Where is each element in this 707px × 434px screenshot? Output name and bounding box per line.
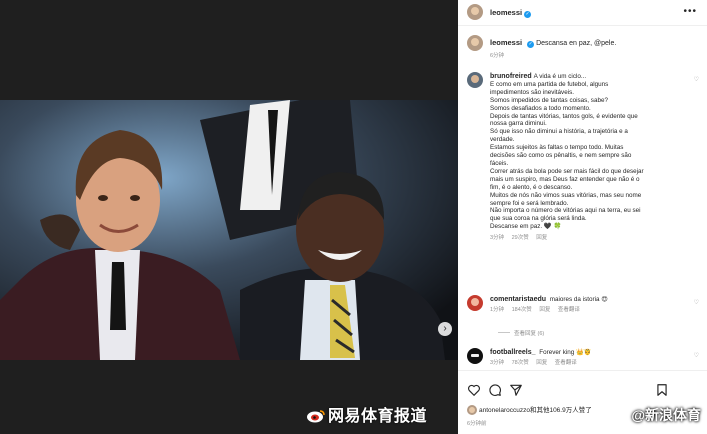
comment-line: A vida é um ciclo... (533, 73, 587, 80)
comment-line: nossa garra diminui. (490, 120, 547, 128)
reply-button[interactable]: 回复 (536, 360, 547, 366)
comment-line: impedimentos são inevitáveis. (490, 88, 574, 96)
comment-line: verdade. (490, 136, 515, 144)
comment-body: footballreels_ Forever king 👑🤴 3分钟 78次赞 … (490, 349, 690, 368)
share-icon[interactable] (509, 383, 523, 397)
comment-line: mais um suspiro, mas Deus faz entender q… (490, 175, 640, 183)
heart-icon[interactable]: ♡ (694, 299, 699, 306)
bookmark-icon[interactable] (655, 383, 669, 397)
photo-illustration (0, 100, 458, 360)
photo-area: › 网易体育报道 (0, 0, 458, 434)
heart-icon[interactable] (467, 383, 481, 397)
comment-line: Só que isso não diminui a história, a tr… (490, 128, 628, 136)
comment-line: Muitos de nós não vimos suas vitórias, m… (490, 191, 642, 199)
comment-likes[interactable]: 29次赞 (512, 235, 529, 241)
comment-line: Não importa o número de vitórias aqui na… (490, 207, 641, 215)
post-username[interactable]: leomessi ✓ (490, 8, 532, 18)
comment-time: 3分钟 (490, 359, 505, 366)
comment-line: fáceis. (490, 159, 509, 167)
comment-line: fim, é o alento, é o descanso. (490, 183, 573, 191)
avatar[interactable] (467, 348, 483, 364)
avatar[interactable] (467, 72, 483, 88)
comment-text: Forever king 👑🤴 (539, 349, 592, 356)
watermark-right: @新浪体育 (631, 407, 701, 423)
comment-line: decisões são como os pênaltis, e nem sem… (490, 152, 632, 160)
comment-body: brunofreired A vida é um ciclo... E como … (490, 73, 690, 243)
comment-icon[interactable] (488, 383, 502, 397)
comment-line: Somos impedidos de tantas coisas, sabe? (490, 96, 608, 104)
reply-button[interactable]: 回复 (536, 235, 547, 241)
comment-username[interactable]: brunofreired (490, 73, 532, 80)
watermark-left: 网易体育报道 (306, 402, 427, 426)
caption-body: Descansa en paz, @pele. (536, 40, 617, 47)
view-replies-button[interactable]: 查看回复 (6) (498, 329, 544, 337)
avatar[interactable] (467, 295, 483, 311)
avatar[interactable] (467, 4, 483, 20)
weibo-logo-icon (307, 410, 325, 423)
verified-icon: ✓ (527, 41, 535, 48)
comment-time: 1分钟 (490, 306, 505, 313)
verified-icon: ✓ (524, 11, 532, 18)
post-photo[interactable]: › (0, 100, 458, 360)
likes-text: antonelaroccuzzo和其他106.9万人赞了 (479, 407, 592, 414)
reply-button[interactable]: 回复 (539, 307, 550, 313)
post-header: leomessi ✓ ••• (458, 0, 707, 26)
comment-time: 3分钟 (490, 235, 505, 242)
comment-likes[interactable]: 184次赞 (512, 307, 532, 313)
comment-text: maiores da istoria 😍 (549, 296, 608, 303)
next-arrow-icon[interactable]: › (438, 322, 452, 336)
watermark-left-text: 网易体育报道 (328, 408, 428, 425)
heart-icon[interactable]: ♡ (694, 352, 699, 359)
comment-line: Depois de tantas vitórias, tantos gols, … (490, 112, 638, 120)
avatar[interactable] (467, 35, 483, 51)
caption-username[interactable]: leomessi (490, 38, 522, 47)
comment-username[interactable]: footballreels_ (490, 349, 536, 356)
comment-meta: 1分钟 184次赞 回复 查看翻译 (490, 307, 690, 315)
instagram-post-view: › 网易体育报道 leomessi ✓ ••• leomessi ✓ Descans… (0, 0, 707, 434)
comment-line: Correr atrás da bola pode ser mais fácil… (490, 167, 644, 175)
translate-button[interactable]: 查看翻译 (555, 360, 577, 366)
post-side-panel: leomessi ✓ ••• leomessi ✓ Descansa en paz,… (458, 0, 707, 434)
comment-body: comentaristaedu maiores da istoria 😍 1分钟… (490, 296, 690, 315)
post-username-text[interactable]: leomessi (490, 8, 522, 17)
comment-meta: 3分钟 29次赞 回复 (490, 235, 690, 243)
comment-line: Descanse em paz. 🖤 🍀 (490, 223, 562, 231)
avatar[interactable] (467, 405, 477, 415)
caption-time: 6分钟 (490, 53, 505, 59)
comment-meta: 3分钟 78次赞 回复 查看翻译 (490, 360, 690, 368)
likes-line[interactable]: antonelaroccuzzo和其他106.9万人赞了 (467, 404, 592, 415)
comment-line: Estamos sujeitos às faltas o tempo todo.… (490, 144, 624, 152)
comment-username[interactable]: comentaristaedu (490, 296, 546, 303)
comment-line: E como em uma partida de futebol, alguns (490, 80, 609, 88)
comment-likes[interactable]: 78次赞 (512, 360, 529, 366)
comment-line: Somos desafiados a todo momento. (490, 104, 591, 112)
post-timestamp: 6分钟前 (467, 421, 487, 427)
caption-text: leomessi ✓ Descansa en paz, @pele. (490, 38, 616, 48)
comment-line: sempre foi e será lembrado. (490, 199, 569, 207)
heart-icon[interactable]: ♡ (694, 76, 699, 83)
translate-button[interactable]: 查看翻译 (558, 307, 580, 313)
more-icon[interactable]: ••• (683, 6, 697, 17)
